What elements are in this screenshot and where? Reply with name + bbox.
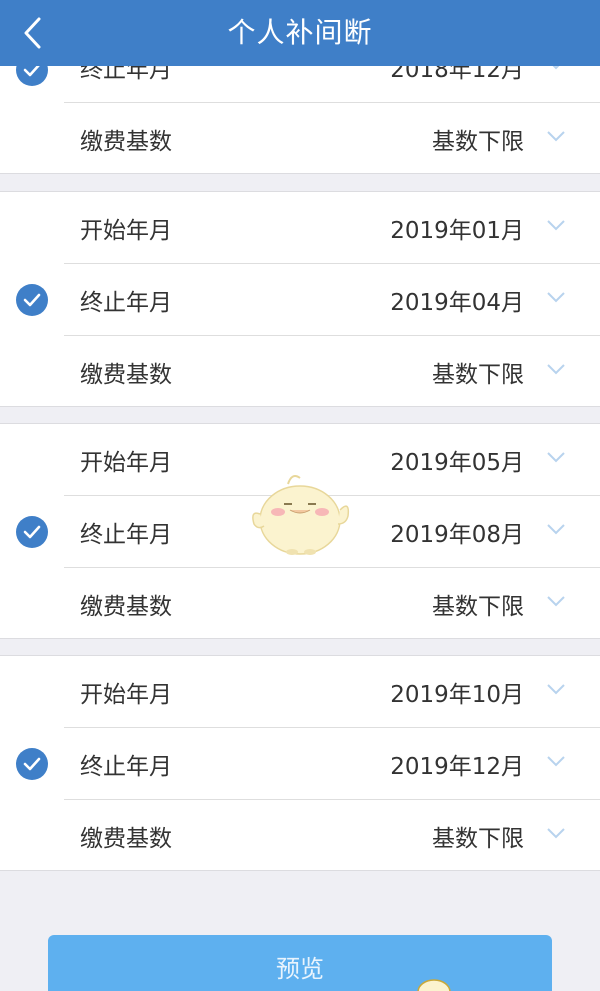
- base-row[interactable]: 缴费基数 基数下限: [64, 336, 600, 408]
- row-label: 缴费基数: [80, 129, 172, 155]
- chevron-down-icon: [547, 596, 565, 607]
- start-month-value: 2019年05月: [390, 450, 524, 476]
- chick-mascot-sticker: [417, 979, 451, 991]
- row-label: 缴费基数: [80, 826, 172, 852]
- page-title: 个人补间断: [227, 16, 373, 49]
- chevron-down-icon: [547, 131, 565, 142]
- chevron-down-icon: [547, 220, 565, 231]
- period-card-2: 开始年月 2019年01月 终止年月 2019年04月 缴费基数 基数下限: [0, 191, 600, 407]
- chevron-down-icon: [547, 524, 565, 535]
- row-label: 终止年月: [80, 754, 172, 780]
- row-label: 开始年月: [80, 450, 172, 476]
- end-month-value: 2019年08月: [390, 522, 524, 548]
- period-card-4: 开始年月 2019年10月 终止年月 2019年12月 缴费基数 基数下限: [0, 655, 600, 871]
- chevron-down-icon: [547, 828, 565, 839]
- base-value: 基数下限: [432, 129, 524, 155]
- row-label: 终止年月: [80, 522, 172, 548]
- preview-button-wrap: 预览: [48, 935, 552, 991]
- row-label: 缴费基数: [80, 594, 172, 620]
- preview-button[interactable]: 预览: [48, 935, 552, 991]
- row-label: 终止年月: [80, 290, 172, 316]
- start-month-row[interactable]: 开始年月 2019年10月: [64, 656, 600, 728]
- end-month-row[interactable]: 终止年月 2019年12月: [64, 728, 600, 800]
- start-month-value: 2019年10月: [390, 682, 524, 708]
- row-label: 缴费基数: [80, 362, 172, 388]
- chevron-down-icon: [547, 364, 565, 375]
- checkmark-circle-icon[interactable]: [16, 748, 48, 780]
- end-month-row[interactable]: 终止年月 2019年04月: [64, 264, 600, 336]
- row-label: 开始年月: [80, 682, 172, 708]
- base-row[interactable]: 缴费基数 基数下限: [64, 800, 600, 872]
- end-month-value: 2019年04月: [390, 290, 524, 316]
- start-month-row[interactable]: 开始年月 2019年01月: [64, 192, 600, 264]
- chevron-down-icon: [547, 292, 565, 303]
- end-month-value: 2019年12月: [390, 754, 524, 780]
- chevron-down-icon: [547, 452, 565, 463]
- checkmark-circle-icon[interactable]: [16, 284, 48, 316]
- chevron-down-icon: [547, 684, 565, 695]
- checkmark-circle-icon[interactable]: [16, 516, 48, 548]
- start-month-value: 2019年01月: [390, 218, 524, 244]
- nav-bar: 个人补间断: [0, 0, 600, 66]
- base-row[interactable]: 缴费基数 基数下限: [64, 568, 600, 640]
- chick-mascot-sticker: [252, 475, 350, 555]
- row-label: 开始年月: [80, 218, 172, 244]
- chevron-down-icon: [547, 756, 565, 767]
- base-row[interactable]: 缴费基数 基数下限: [64, 103, 600, 175]
- base-value: 基数下限: [432, 362, 524, 388]
- base-value: 基数下限: [432, 826, 524, 852]
- base-value: 基数下限: [432, 594, 524, 620]
